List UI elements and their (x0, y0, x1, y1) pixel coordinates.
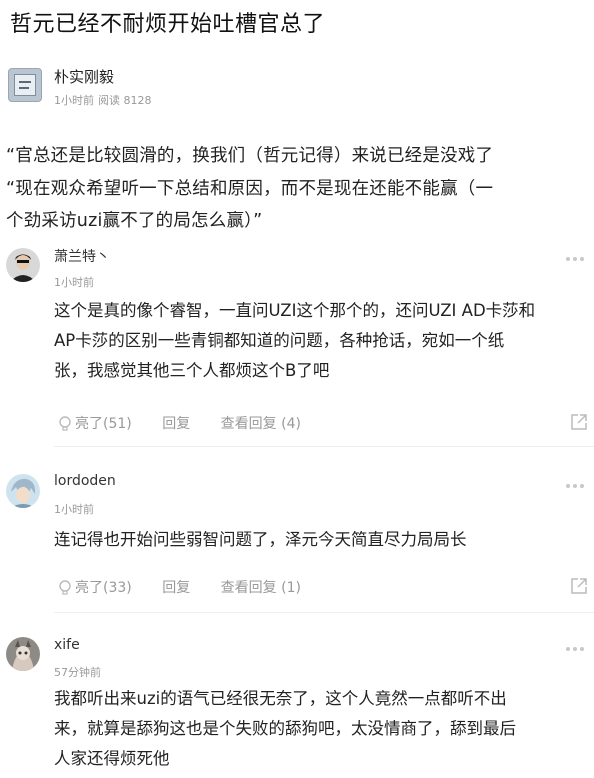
comment-actions: 亮了(33) 回复 查看回复 (1) (58, 577, 301, 597)
view-replies-link[interactable]: 查看回复 (4) (221, 416, 301, 432)
reply-button[interactable]: 回复 (162, 580, 190, 596)
comment-line: 我都听出来uzi的语气已经很无奈了，这个人竟然一点都听不出 (54, 689, 507, 708)
commenter-name[interactable]: lordoden (54, 473, 116, 489)
reply-button[interactable]: 回复 (162, 416, 190, 432)
like-button[interactable]: 亮了(33) (58, 580, 136, 596)
commenter-avatar[interactable] (6, 248, 40, 282)
post-body-line: “官总还是比较圆滑的，换我们（哲元记得）来说已经是没戏了 (6, 146, 494, 166)
share-icon[interactable] (570, 413, 588, 431)
lightbulb-icon (59, 416, 71, 431)
comment-divider (54, 446, 594, 447)
comment-line: 来，就算是舔狗这也是个失败的舔狗吧，太没情商了，舔到最后 (54, 719, 516, 738)
post-meta: 1小时前 阅读 8128 (54, 92, 156, 108)
page-title: 哲元已经不耐烦开始吐槽官总了 (10, 12, 326, 37)
post-body-line: “现在观众希望听一下总结和原因，而不是现在还能不能赢（一 (6, 179, 494, 199)
comment-line: 人家还得烦死他 (54, 749, 170, 768)
commenter-avatar[interactable] (6, 637, 40, 671)
like-button[interactable]: 亮了(51) (58, 416, 136, 432)
comment-time: 57分钟前 (54, 666, 101, 679)
comment-line: 连记得也开始问些弱智问题了，泽元今天简直尽力局局长 (54, 530, 467, 549)
more-dots-icon[interactable] (566, 256, 586, 262)
share-icon[interactable] (570, 577, 588, 595)
post-body-line: 个劲采访uzi赢不了的局怎么赢）” (6, 211, 263, 231)
comment-text: 我都听出来uzi的语气已经很无奈了，这个人竟然一点都听不出 来，就算是舔狗这也是… (54, 684, 584, 774)
author-avatar[interactable] (8, 68, 42, 102)
comment-divider (54, 612, 594, 613)
comment-time: 1小时前 (54, 276, 94, 289)
more-dots-icon[interactable] (566, 483, 586, 489)
post-author-name[interactable]: 朴实刚毅 (54, 66, 114, 87)
comment-line: 这个是真的像个睿智，一直问UZI这个那个的，还问UZI AD卡莎和 (54, 301, 536, 320)
comment-text: 连记得也开始问些弱智问题了，泽元今天简直尽力局局长 (54, 525, 584, 555)
commenter-avatar[interactable] (6, 474, 40, 508)
post-reads: 阅读 8128 (98, 94, 152, 107)
more-dots-icon[interactable] (566, 646, 586, 652)
like-count: 亮了(33) (75, 580, 132, 596)
lightbulb-icon (59, 580, 71, 595)
comment-line: 张，我感觉其他三个人都烦这个B了吧 (54, 361, 330, 380)
view-replies-link[interactable]: 查看回复 (1) (221, 580, 301, 596)
comment-line: AP卡莎的区别一些青铜都知道的问题，各种抢话，宛如一个纸 (54, 331, 505, 350)
like-count: 亮了(51) (75, 416, 132, 432)
comment-time: 1小时前 (54, 503, 94, 516)
comment-actions: 亮了(51) 回复 查看回复 (4) (58, 413, 301, 433)
commenter-name[interactable]: xife (54, 637, 80, 653)
post-time: 1小时前 (54, 94, 94, 107)
commenter-name[interactable]: 萧兰特丶 (54, 246, 110, 266)
comment-text: 这个是真的像个睿智，一直问UZI这个那个的，还问UZI AD卡莎和 AP卡莎的区… (54, 296, 584, 386)
